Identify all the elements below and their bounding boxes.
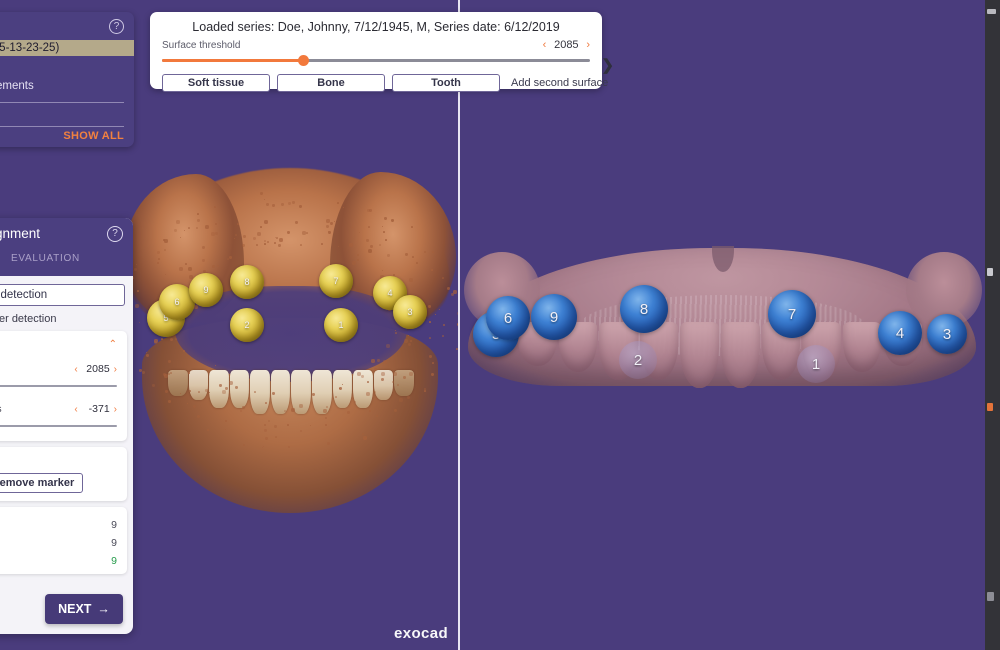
alignment-marker-3[interactable]: 3 (927, 314, 967, 354)
threshold-prosthesis-row: hold prosthesis ‹ -371 › (0, 403, 117, 415)
threshold-patient-stepper[interactable]: ‹ 2085 › (74, 363, 117, 375)
surface-threshold-slider[interactable] (162, 54, 590, 68)
object-list-item-prosthesis-mesh[interactable]: esis mesh (15-13-23-25) (0, 40, 134, 56)
object-list-item-planning-elements[interactable]: t planning elements (0, 78, 134, 94)
ct-data-alignment-panel: CT Data Alignment ? TECTION EVALUATION S… (0, 218, 133, 634)
alignment-marker-3[interactable]: 3 (393, 295, 427, 329)
alignment-marker-1[interactable]: 1 (324, 308, 358, 342)
next-button[interactable]: NEXT → (45, 594, 123, 624)
alignment-marker-2[interactable]: 2 (230, 308, 264, 342)
alignment-marker-9[interactable]: 9 (531, 294, 577, 340)
chevron-left-icon[interactable]: ‹ (74, 364, 77, 375)
chevron-right-expand-icon[interactable]: ❯ (601, 56, 614, 74)
help-icon[interactable]: ? (107, 226, 123, 242)
alignment-marker-2[interactable]: 2 (619, 341, 657, 379)
surface-threshold-stepper[interactable]: ‹ 2085 › (543, 39, 590, 51)
slider-fill (162, 59, 304, 62)
object-list-panel: le ? esis mesh (15-13-23-25) a t plannin… (0, 12, 134, 147)
prosthesis-teeth-row (518, 322, 922, 394)
ct-volume-render (120, 168, 459, 518)
rail-tick-icon[interactable] (987, 268, 993, 276)
alignment-marker-4[interactable]: 4 (878, 311, 922, 355)
soft-tissue-button[interactable]: Soft tissue (162, 74, 270, 92)
marker-counts-card: patient: 9 rosthesis: 9 markers: 9 (0, 507, 127, 574)
chevron-right-icon[interactable]: › (114, 364, 117, 375)
surface-threshold-row: Surface threshold ‹ 2085 › (162, 39, 590, 51)
alignment-marker-8[interactable]: 8 (620, 285, 668, 333)
count-value: 9 (111, 519, 117, 531)
chevron-left-icon[interactable]: ‹ (74, 404, 77, 415)
divider (0, 126, 124, 127)
alignment-marker-1[interactable]: 1 (797, 345, 835, 383)
threshold-prosthesis-slider[interactable] (0, 421, 117, 431)
viewport-split-divider[interactable] (458, 0, 460, 650)
threshold-prosthesis-label: hold prosthesis (0, 403, 2, 415)
chevron-left-icon[interactable]: ‹ (543, 39, 547, 51)
threshold-patient-row: hold patient ‹ 2085 › (0, 363, 117, 375)
tab-evaluation[interactable]: EVALUATION (11, 253, 80, 269)
count-value: 9 (111, 555, 117, 567)
alignment-marker-9[interactable]: 9 (189, 273, 223, 307)
slider-track (0, 385, 117, 387)
object-list-item-1[interactable]: a (0, 59, 134, 75)
adjustments-card: justments ⌃ hold patient ‹ 2085 › hold p… (0, 331, 127, 441)
add-second-surface-link[interactable]: Add second surface (511, 77, 608, 89)
count-row-patient: patient: 9 (0, 519, 117, 531)
surface-threshold-panel: Loaded series: Doe, Johnny, 7/12/1945, M… (150, 12, 614, 92)
divider (0, 102, 124, 103)
exocad-watermark-left: exocad (394, 625, 449, 642)
alignment-marker-7[interactable]: 7 (768, 290, 816, 338)
loaded-series-label: Loaded series: Doe, Johnny, 7/12/1945, M… (192, 20, 560, 34)
start-marker-detection-button[interactable]: Start marker detection (0, 284, 125, 306)
chevron-up-icon[interactable]: ⌃ (109, 339, 117, 350)
surface-threshold-value: 2085 (554, 39, 579, 51)
slider-handle[interactable] (298, 55, 310, 66)
threshold-patient-slider[interactable] (0, 381, 117, 391)
alignment-marker-7[interactable]: 7 (319, 264, 353, 298)
panel-title: CT Data Alignment (0, 226, 41, 241)
app-root: exocad exocad 569821743569874321 le ? es… (0, 0, 1000, 650)
rail-tick-icon[interactable] (987, 403, 993, 411)
count-row-matched-markers: markers: 9 (0, 555, 117, 567)
threshold-prosthesis-value: -371 (88, 403, 110, 415)
count-value: 9 (111, 537, 117, 549)
bone-button[interactable]: Bone (277, 74, 385, 92)
right-rail[interactable] (985, 0, 1000, 650)
rail-tick-icon[interactable] (987, 9, 996, 14)
rail-tick-icon[interactable] (987, 592, 994, 601)
marker-tools-card: nize split view rker Remove marker (0, 447, 127, 501)
arrow-right-icon: → (97, 602, 110, 616)
count-row-prosthesis: rosthesis: 9 (0, 537, 117, 549)
surface-preset-buttons: Soft tissue Bone Tooth Add second surfac… (162, 74, 608, 92)
help-icon[interactable]: ? (109, 19, 124, 34)
next-button-label: NEXT (58, 602, 92, 616)
automatic-alignment-checkbox-label[interactable]: ic alignment after detection (0, 313, 56, 325)
threshold-patient-value: 2085 (86, 363, 110, 375)
surface-threshold-label: Surface threshold (162, 39, 241, 51)
alignment-panel-header: CT Data Alignment ? TECTION EVALUATION (0, 218, 133, 276)
tooth-button[interactable]: Tooth (392, 74, 500, 92)
chevron-right-icon[interactable]: › (114, 404, 117, 415)
alignment-marker-8[interactable]: 8 (230, 265, 264, 299)
chevron-right-icon[interactable]: › (586, 39, 590, 51)
alignment-marker-6[interactable]: 6 (486, 296, 530, 340)
threshold-prosthesis-stepper[interactable]: ‹ -371 › (74, 403, 117, 415)
show-all-button[interactable]: SHOW ALL (63, 130, 124, 142)
remove-marker-button[interactable]: Remove marker (0, 473, 83, 493)
slider-track (0, 425, 117, 427)
